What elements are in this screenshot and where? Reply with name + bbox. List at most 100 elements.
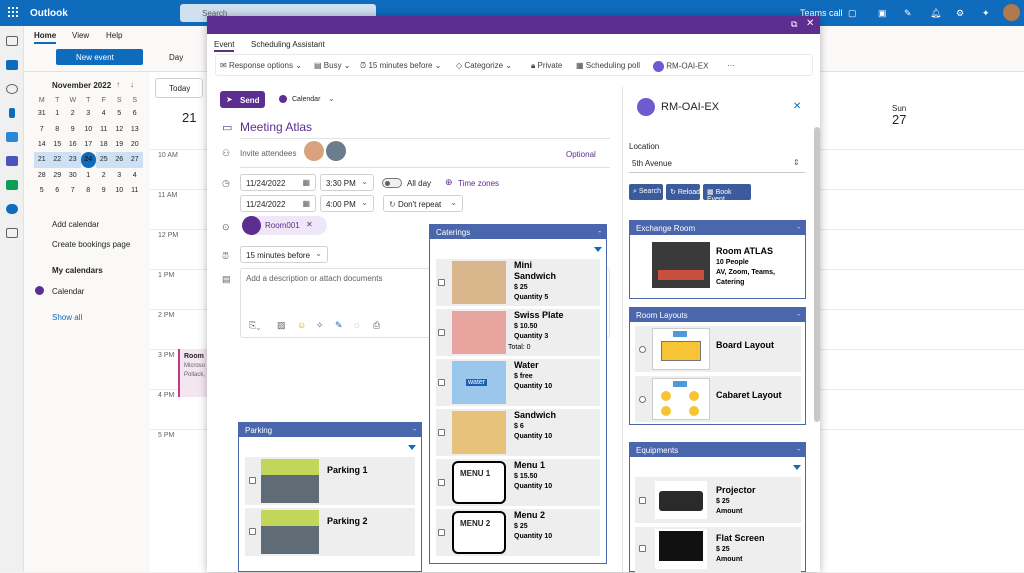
catering-checkbox[interactable] [438, 329, 445, 336]
collapse-icon[interactable]: - [797, 445, 800, 454]
optional-attendees-link[interactable]: Optional [566, 150, 596, 159]
loop-icon[interactable]: ✧ [316, 320, 324, 331]
day-cell[interactable]: 7 [65, 183, 81, 198]
day-cell[interactable]: 20 [127, 137, 143, 152]
day-cell[interactable]: 23 [65, 152, 81, 168]
day-cell[interactable]: 22 [49, 152, 65, 168]
bell-icon[interactable]: 🔔︎ [930, 8, 941, 19]
catering-checkbox[interactable] [438, 379, 445, 386]
mail-icon[interactable] [6, 36, 18, 46]
calendar-item[interactable]: Calendar [52, 287, 84, 296]
day-cell[interactable]: 15 [50, 137, 66, 152]
day-cell[interactable]: 13 [127, 121, 143, 136]
day-cell[interactable]: 8 [81, 183, 97, 198]
day-cell[interactable]: 9 [65, 121, 81, 136]
reminder-select[interactable]: 15 minutes before ⌄ [240, 246, 328, 263]
day-cell[interactable]: 1 [50, 106, 66, 121]
categorize-button[interactable]: ◇ Categorize ⌄ [456, 61, 512, 70]
day-cell[interactable]: 14 [34, 137, 50, 152]
tab-view[interactable]: View [72, 31, 89, 40]
collapse-icon[interactable]: - [797, 223, 800, 232]
day-cell[interactable]: 4 [127, 168, 143, 183]
comment-icon[interactable]: ◌ [354, 320, 359, 330]
scheduling-poll-button[interactable]: ▦ Scheduling poll [576, 61, 640, 70]
repeat-select[interactable]: ↻ Don't repeat ⌄ [383, 195, 463, 212]
time-zones-link[interactable]: Time zones [458, 179, 499, 188]
day-cell[interactable]: 27 [127, 152, 143, 168]
grid-icon[interactable]: ▣ [878, 8, 887, 19]
day-cell[interactable]: 8 [50, 121, 66, 136]
people-icon[interactable] [6, 84, 18, 94]
day-cell[interactable]: 5 [34, 183, 50, 198]
event-title-input[interactable]: Meeting Atlas [240, 120, 312, 134]
close-icon[interactable]: ✕ [793, 101, 801, 112]
day-cell[interactable]: 3 [81, 106, 97, 121]
day-cell[interactable]: 12 [112, 121, 128, 136]
reminder-button[interactable]: ⏰︎ 15 minutes before ⌄ [360, 61, 441, 71]
reload-button[interactable]: ↻ Reload [666, 184, 700, 200]
apps-icon[interactable] [6, 228, 18, 238]
day-cell[interactable]: 6 [127, 106, 143, 121]
start-date-field[interactable]: 11/24/2022 ▦ [240, 174, 316, 191]
all-day-toggle[interactable] [382, 178, 402, 188]
equipment-checkbox[interactable] [639, 497, 646, 504]
app-launcher-icon[interactable] [8, 7, 18, 17]
location-select[interactable]: 5th Avenue ⇕ [629, 154, 805, 173]
filter-icon[interactable] [594, 247, 602, 252]
day-cell[interactable]: 3 [112, 168, 128, 183]
emoji-icon[interactable]: ☺ [297, 320, 306, 330]
day-cell[interactable]: 5 [112, 106, 128, 121]
day-cell[interactable]: 10 [112, 183, 128, 198]
show-all-link[interactable]: Show all [52, 313, 82, 322]
day-cell[interactable]: 25 [96, 152, 112, 168]
catering-checkbox[interactable] [438, 479, 445, 486]
day-cell[interactable]: 1 [81, 168, 97, 183]
day-cell[interactable]: 6 [50, 183, 66, 198]
pen-icon[interactable]: ✎ [335, 320, 343, 331]
day-cell[interactable]: 19 [112, 137, 128, 152]
attach-icon[interactable]: ⎘⌄ [249, 320, 260, 331]
catering-checkbox[interactable] [438, 279, 445, 286]
day-cell[interactable]: 29 [50, 168, 66, 183]
tab-home[interactable]: Home [34, 31, 57, 44]
my-calendars-header[interactable]: My calendars [52, 266, 103, 275]
prev-month-icon[interactable]: ↑ [116, 80, 120, 89]
layout-radio[interactable] [639, 346, 646, 353]
day-view-button[interactable]: Day [169, 53, 183, 62]
day-cell[interactable]: 28 [34, 168, 50, 183]
private-button[interactable]: 🔒︎ Private [531, 61, 562, 71]
end-date-field[interactable]: 11/24/2022 ▦ [240, 195, 316, 212]
collapse-icon[interactable]: - [797, 310, 800, 319]
response-options-button[interactable]: ✉ Response options ⌄ [220, 61, 302, 70]
day-cell[interactable]: 24 [80, 152, 96, 168]
invite-attendees-input[interactable]: Invite attendees [240, 149, 296, 158]
calendar-icon[interactable] [6, 60, 18, 70]
day-cell[interactable]: 31 [34, 106, 50, 121]
send-button[interactable]: ➤ Send [220, 91, 265, 108]
day-cell[interactable]: 21 [34, 152, 50, 168]
filter-icon[interactable] [408, 445, 416, 450]
parking-checkbox[interactable] [249, 477, 256, 484]
teams-icon[interactable] [6, 156, 18, 166]
day-cell[interactable]: 16 [65, 137, 81, 152]
popout-icon[interactable]: ⧉ [791, 19, 797, 30]
format-icon[interactable]: ⎙ [373, 320, 380, 331]
attendee-avatar[interactable] [326, 141, 346, 161]
mini-calendar[interactable]: MTWTFSS 31 1 2 3 4 5 6 7 8 9 10 11 12 13 14 15 16 17 18 19 2… [34, 94, 143, 198]
tab-event[interactable]: Event [214, 40, 235, 52]
chevron-down-icon[interactable]: ⌄ [328, 94, 335, 103]
calendar-event[interactable]: Room Microso Pollack, [178, 349, 208, 397]
more-options-button[interactable]: ··· [727, 61, 735, 70]
attach-icon[interactable] [9, 108, 15, 118]
start-time-field[interactable]: 3:30 PM ⌄ [320, 174, 374, 191]
next-month-icon[interactable]: ↓ [130, 80, 134, 89]
new-event-button[interactable]: New event [56, 49, 143, 65]
calendar-select[interactable]: Calendar [292, 96, 320, 103]
attendee-avatar[interactable] [304, 141, 324, 161]
equipment-checkbox[interactable] [639, 545, 646, 552]
tab-scheduling-assistant[interactable]: Scheduling Assistant [251, 40, 325, 49]
busy-button[interactable]: ▤ Busy ⌄ [314, 61, 351, 70]
parking-checkbox[interactable] [249, 528, 256, 535]
room-row[interactable]: Room ATLAS 10 People AV, Zoom, Teams, Ca… [636, 240, 800, 293]
day-cell[interactable]: 11 [96, 121, 112, 136]
